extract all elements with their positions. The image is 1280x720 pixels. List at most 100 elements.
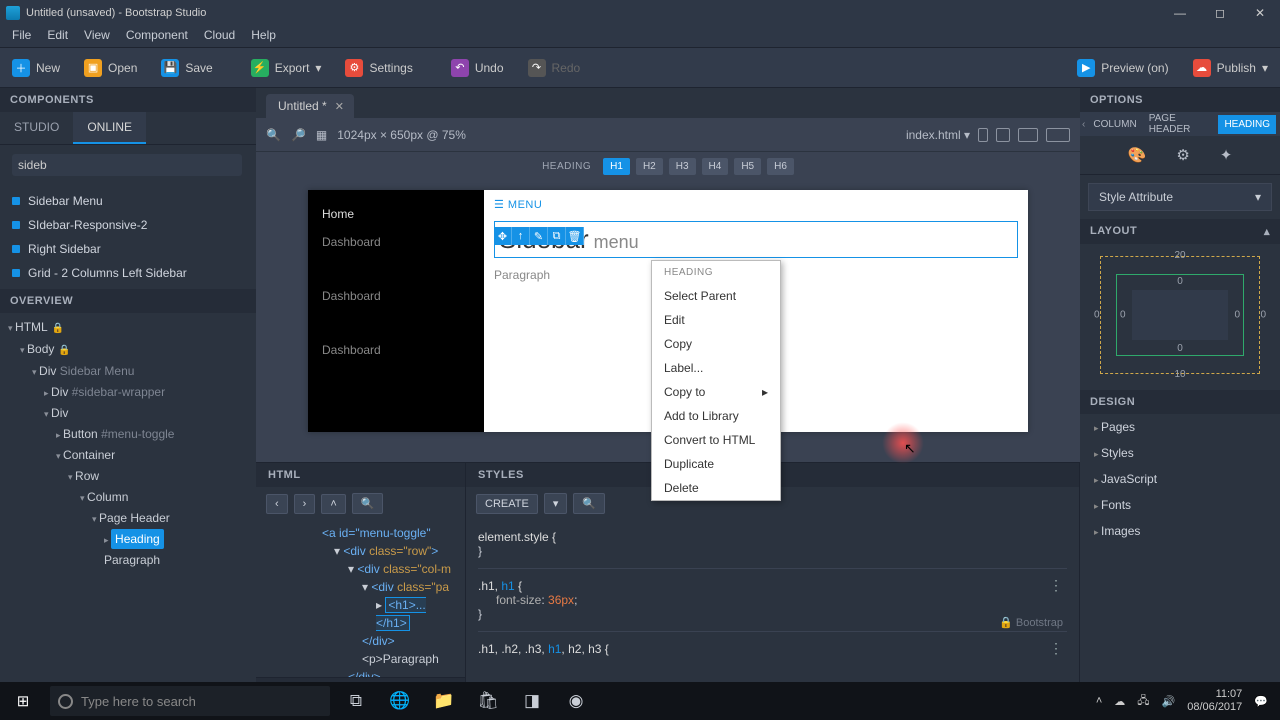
components-search-input[interactable]	[12, 154, 242, 176]
ctx-select-parent[interactable]: Select Parent	[652, 284, 780, 308]
ctx-convert-to-html[interactable]: Convert to HTML	[652, 428, 780, 452]
heading-h4[interactable]: H4	[702, 158, 729, 175]
more-icon[interactable]: ⋮	[1049, 640, 1063, 657]
heading-h3[interactable]: H3	[669, 158, 696, 175]
options-gear-icon[interactable]: ⚙	[1176, 146, 1189, 164]
tray-onedrive-icon[interactable]: ☁	[1114, 695, 1125, 708]
design-pages[interactable]: Pages	[1080, 414, 1280, 440]
style-attribute-dropdown[interactable]: Style Attribute▾	[1088, 183, 1272, 211]
ctx-edit[interactable]: Edit	[652, 308, 780, 332]
sidebar-item[interactable]: Dashboard	[308, 336, 484, 364]
zoom-in-icon[interactable]: 🔍	[266, 128, 281, 142]
menu-component[interactable]: Component	[118, 26, 196, 47]
window-close[interactable]: ✕	[1240, 0, 1280, 26]
grid-icon[interactable]: ▦	[316, 128, 327, 142]
tray-network-icon[interactable]: 🖧	[1137, 692, 1149, 711]
save-button[interactable]: 💾Save	[149, 48, 224, 88]
styles-search[interactable]: 🔍	[573, 493, 605, 514]
ctx-copy-to[interactable]: Copy to▸	[652, 380, 780, 404]
more-icon[interactable]: ⋮	[1049, 577, 1063, 594]
crumb-heading[interactable]: HEADING	[1218, 115, 1276, 134]
file-dropdown[interactable]: index.html ▾	[906, 128, 970, 142]
ctx-copy[interactable]: Copy	[652, 332, 780, 356]
delete-icon[interactable]: 🗑	[566, 227, 584, 245]
crumb-column[interactable]: COLUMN	[1087, 115, 1142, 134]
publish-button[interactable]: ☁Publish ▾	[1181, 48, 1280, 88]
tab-studio[interactable]: STUDIO	[0, 112, 73, 144]
menu-file[interactable]: File	[4, 26, 39, 47]
ctx-delete[interactable]: Delete	[652, 476, 780, 500]
settings-button[interactable]: ⚙Settings	[333, 48, 424, 88]
create-button[interactable]: CREATE	[476, 494, 538, 514]
dom-tree[interactable]: HTML🔒 Body🔒 Div Sidebar Menu Div #sideba…	[0, 313, 256, 702]
tree-selected-heading[interactable]: Heading	[111, 529, 164, 549]
ctx-duplicate[interactable]: Duplicate	[652, 452, 780, 476]
redo-button[interactable]: ↷Redo	[516, 48, 593, 88]
task-view-icon[interactable]: ⧉	[334, 682, 378, 720]
nav-back-button[interactable]: ‹	[266, 494, 288, 514]
tray-up-icon[interactable]: ˄	[1096, 695, 1102, 707]
selection-toolbar[interactable]: ✥ ↑ ✎ ⧉ 🗑	[494, 227, 584, 245]
start-button[interactable]: ⊞	[0, 682, 46, 720]
document-tab[interactable]: Untitled *✕	[266, 94, 354, 118]
sidebar-item[interactable]: Dashboard	[308, 282, 484, 310]
component-item[interactable]: Grid - 2 Columns Left Sidebar	[0, 261, 256, 285]
heading-h6[interactable]: H6	[767, 158, 794, 175]
window-maximize[interactable]: ◻	[1200, 0, 1240, 26]
ctx-add-to-library[interactable]: Add to Library	[652, 404, 780, 428]
nav-fwd-button[interactable]: ›	[294, 494, 316, 514]
tray-notifications-icon[interactable]: 💬	[1254, 695, 1268, 708]
menu-help[interactable]: Help	[243, 26, 284, 47]
design-fonts[interactable]: Fonts	[1080, 492, 1280, 518]
crumb-pageheader[interactable]: PAGE HEADER	[1143, 109, 1219, 139]
nav-up-button[interactable]: ˄	[321, 494, 345, 514]
sidebar-item[interactable]: Dashboard	[308, 228, 484, 256]
animation-icon[interactable]: ✦	[1220, 146, 1233, 164]
export-button[interactable]: ⚡Export ▾	[239, 48, 334, 88]
taskbar-clock[interactable]: 11:07 08/06/2017	[1187, 688, 1242, 714]
design-styles[interactable]: Styles	[1080, 440, 1280, 466]
heading-h5[interactable]: H5	[734, 158, 761, 175]
new-button[interactable]: ＋New	[0, 48, 72, 88]
search-button[interactable]: 🔍	[352, 493, 384, 514]
menu-view[interactable]: View	[76, 26, 118, 47]
device-phone-icon[interactable]	[978, 128, 988, 142]
menu-cloud[interactable]: Cloud	[196, 26, 243, 47]
component-item[interactable]: Right Sidebar	[0, 237, 256, 261]
preview-button[interactable]: ▶Preview (on)	[1065, 48, 1180, 88]
app-icon[interactable]: ◨	[510, 682, 554, 720]
undo-button[interactable]: ↶Undo	[439, 48, 516, 88]
window-minimize[interactable]: —	[1160, 0, 1200, 26]
edge-icon[interactable]: 🌐	[378, 682, 422, 720]
tab-online[interactable]: ONLINE	[73, 112, 146, 144]
file-explorer-icon[interactable]: 📁	[422, 682, 466, 720]
design-javascript[interactable]: JavaScript	[1080, 466, 1280, 492]
tray-volume-icon[interactable]: 🔊	[1162, 695, 1176, 708]
menu-edit[interactable]: Edit	[39, 26, 76, 47]
edit-icon[interactable]: ✎	[530, 227, 548, 245]
device-laptop-icon[interactable]	[1018, 128, 1038, 142]
design-images[interactable]: Images	[1080, 518, 1280, 544]
store-icon[interactable]: 🛍	[466, 682, 510, 720]
component-item[interactable]: SIdebar-Responsive-2	[0, 213, 256, 237]
create-dropdown[interactable]: ▾	[544, 493, 568, 514]
chrome-icon[interactable]: ◉	[554, 682, 598, 720]
device-tablet-icon[interactable]	[996, 128, 1010, 142]
taskbar-search[interactable]: Type here to search	[50, 686, 330, 716]
ctx-label[interactable]: Label...	[652, 356, 780, 380]
up-icon[interactable]: ↑	[512, 227, 530, 245]
box-model[interactable]: 20 10 0 0 0 0 0 0	[1092, 250, 1268, 380]
styles-body[interactable]: element.style { } ⋮ .h1, h1 { font-size:…	[466, 520, 1079, 702]
move-icon[interactable]: ✥	[494, 227, 512, 245]
zoom-out-icon[interactable]: 🔎	[291, 128, 306, 142]
appearance-icon[interactable]: 🎨	[1128, 146, 1147, 164]
device-desktop-icon[interactable]	[1046, 128, 1070, 142]
sidebar-item[interactable]: Home	[308, 200, 484, 228]
heading-h2[interactable]: H2	[636, 158, 663, 175]
html-tree[interactable]: <a id="menu-toggle" ▾ <div class="row"> …	[256, 520, 465, 677]
layout-header[interactable]: LAYOUT▴	[1080, 219, 1280, 244]
close-tab-icon[interactable]: ✕	[335, 100, 344, 113]
heading-h1[interactable]: H1	[603, 158, 630, 175]
component-item[interactable]: Sidebar Menu	[0, 189, 256, 213]
menu-toggle[interactable]: ☰ MENU	[494, 198, 1018, 211]
